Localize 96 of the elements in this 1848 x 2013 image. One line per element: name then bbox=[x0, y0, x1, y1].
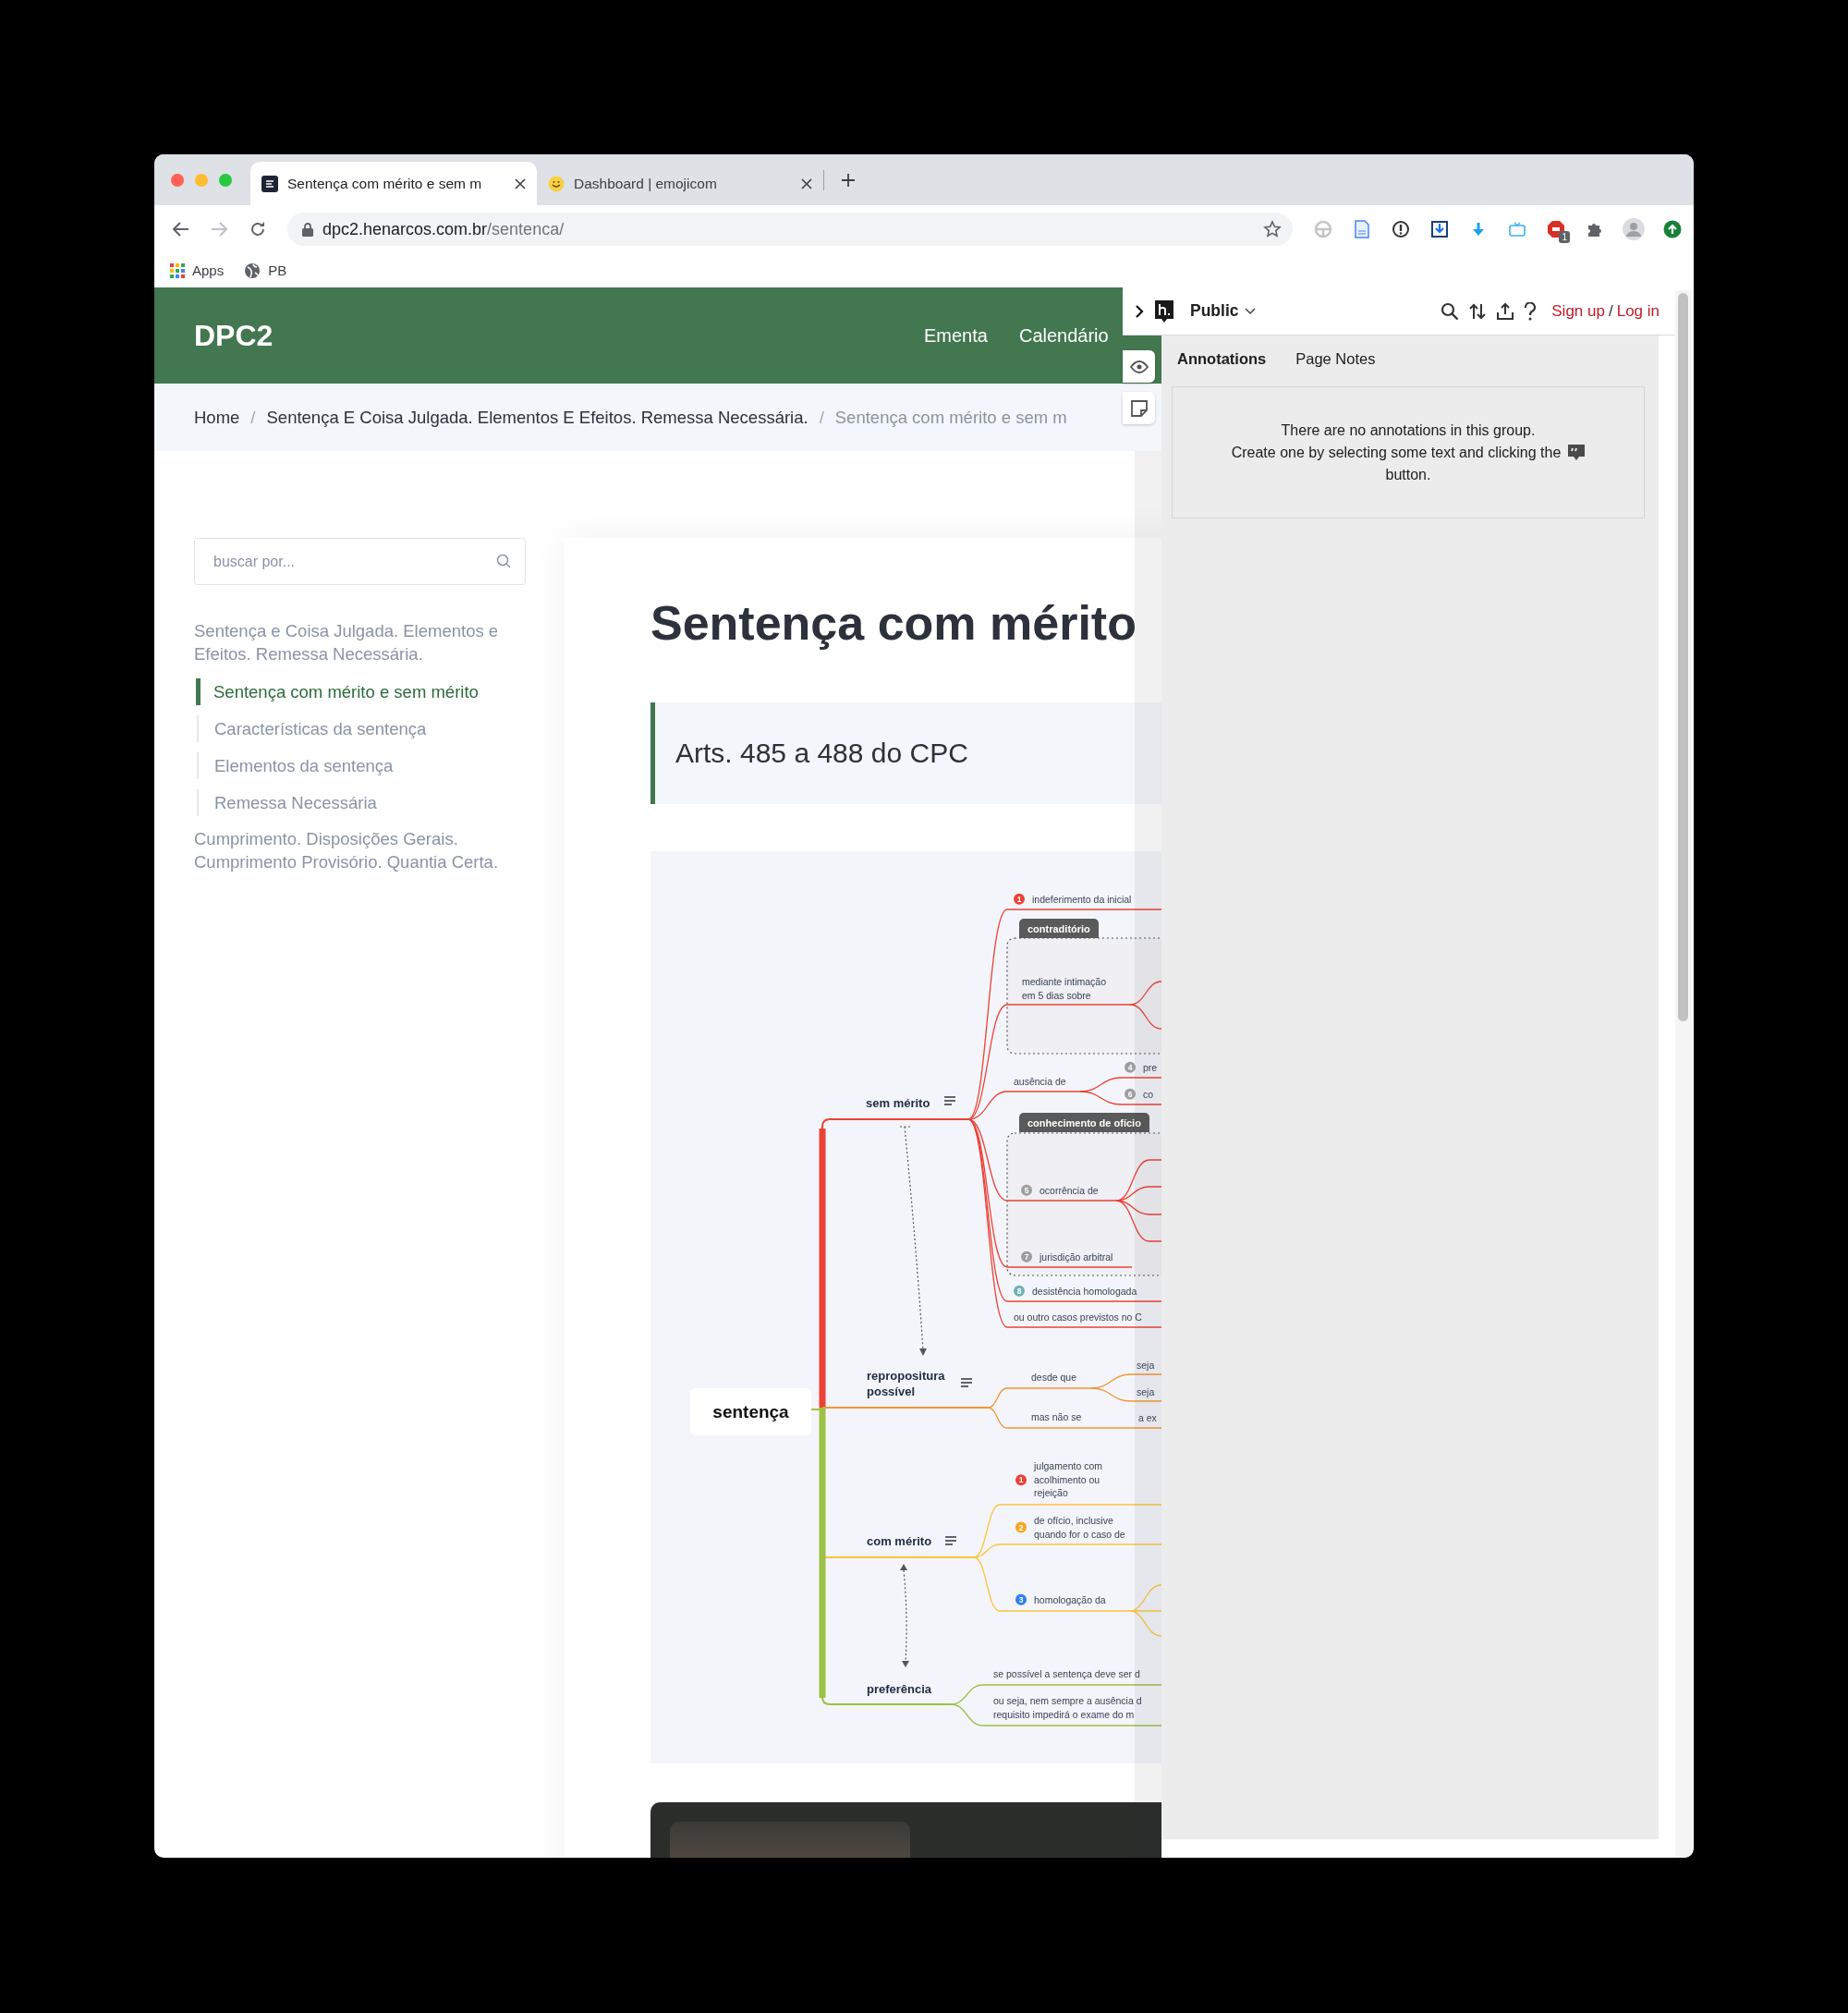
new-tab-icon[interactable] bbox=[841, 172, 856, 188]
link-separator: / bbox=[1608, 301, 1613, 321]
globe-icon[interactable] bbox=[244, 262, 261, 279]
topic-label[interactable]: ou outro casos previstos no C bbox=[1014, 1310, 1142, 1324]
lock-icon bbox=[302, 222, 313, 237]
number-marker: 6 bbox=[1125, 1089, 1136, 1100]
branch-label[interactable]: preferência bbox=[867, 1680, 932, 1697]
group-selector[interactable]: Public bbox=[1190, 301, 1256, 321]
annotation-tab[interactable]: Page Notes bbox=[1295, 349, 1376, 368]
site-logo[interactable]: DPC2 bbox=[194, 318, 924, 353]
forward-arrow-icon bbox=[211, 222, 227, 237]
help-icon[interactable] bbox=[1524, 301, 1538, 321]
number-marker: 1 bbox=[1015, 1474, 1027, 1485]
number-marker: 7 bbox=[1021, 1251, 1032, 1263]
notes-icon[interactable] bbox=[945, 1536, 956, 1545]
topic-label[interactable]: se possível a sentença deve ser d bbox=[993, 1666, 1140, 1681]
topic-label[interactable]: a ex bbox=[1138, 1410, 1157, 1425]
bookmark-link[interactable]: PB bbox=[268, 262, 287, 278]
scrollbar[interactable] bbox=[1675, 290, 1692, 1858]
topic-label[interactable]: seja bbox=[1137, 1358, 1155, 1372]
eye-icon bbox=[1129, 360, 1149, 373]
nav-link[interactable]: Calendário bbox=[1018, 324, 1109, 347]
topic-label[interactable]: ocorrência de bbox=[1040, 1183, 1099, 1198]
group-tag: contraditório bbox=[1019, 919, 1099, 938]
number-marker: 5 bbox=[1021, 1185, 1032, 1196]
share-icon[interactable] bbox=[1496, 301, 1515, 321]
breadcrumb-separator: / bbox=[250, 407, 256, 428]
number-marker: 4 bbox=[1125, 1062, 1136, 1073]
sticky-note-icon bbox=[1130, 399, 1148, 417]
empty-message: Create one by selecting some text and clicking the bbox=[1231, 443, 1562, 462]
branch-label[interactable]: repropositura possível bbox=[867, 1368, 945, 1399]
back-arrow-icon bbox=[173, 222, 189, 237]
download-box-icon[interactable] bbox=[1429, 218, 1451, 240]
topic-label[interactable]: seja bbox=[1137, 1385, 1155, 1399]
topic-label[interactable]: mas não se bbox=[1031, 1409, 1082, 1424]
search-field[interactable]: buscar por... bbox=[194, 538, 526, 585]
topic-label[interactable]: homologação da bbox=[1034, 1592, 1106, 1607]
number-marker: 8 bbox=[1014, 1286, 1025, 1297]
close-icon[interactable] bbox=[515, 177, 526, 189]
notification-count: 1 bbox=[1559, 231, 1570, 243]
bookmark-link[interactable]: Apps bbox=[192, 262, 225, 278]
chevron-right-icon bbox=[1134, 304, 1144, 318]
annotation-tab[interactable]: Annotations bbox=[1177, 349, 1267, 368]
caret-icon bbox=[1244, 307, 1256, 315]
root-node[interactable]: sentença bbox=[690, 1388, 811, 1435]
stop-extension-button[interactable]: 1 bbox=[1542, 215, 1570, 243]
upload-circle-icon[interactable] bbox=[1661, 218, 1684, 240]
empty-message: There are no annotations in this group. bbox=[1281, 421, 1536, 440]
nav-link[interactable]: Ementa bbox=[924, 324, 988, 347]
topic-label[interactable]: indeferimento da inicial bbox=[1032, 892, 1132, 907]
topic-label[interactable]: mediante intimação em 5 dias sobre bbox=[1022, 974, 1107, 1002]
breadcrumb-separator: / bbox=[819, 407, 824, 428]
topic-label[interactable]: ausência de bbox=[1014, 1074, 1066, 1089]
sidebar-sublink[interactable]: Sentença com mérito e sem mérito bbox=[196, 678, 526, 705]
group-tag: conhecimento de ofício bbox=[1019, 1113, 1149, 1132]
log-in-link[interactable]: Log in bbox=[1616, 301, 1660, 321]
topic-label[interactable]: ou seja, nem sempre a ausência d requisito impedirá o exame do m bbox=[993, 1693, 1142, 1721]
breadcrumb-link[interactable]: Sentença E Coisa Julgada. Elementos E Efeitos. Remessa Necessária. bbox=[266, 407, 808, 428]
notes-icon[interactable] bbox=[944, 1096, 955, 1105]
search-icon[interactable] bbox=[1441, 301, 1460, 321]
empty-message: button. bbox=[1385, 465, 1431, 484]
topic-label[interactable]: pre bbox=[1143, 1060, 1158, 1075]
browser-tab[interactable]: Sentença com mérito e sem m bbox=[250, 162, 537, 205]
branch-label[interactable]: com mérito bbox=[867, 1532, 932, 1549]
search-icon bbox=[496, 554, 511, 568]
exclamation-circle-icon[interactable] bbox=[1390, 218, 1412, 240]
smiley-favicon bbox=[548, 175, 565, 192]
topic-label[interactable]: de ofício, inclusive quando for o caso de bbox=[1034, 1513, 1125, 1541]
topic-label[interactable]: jurisdição arbitral bbox=[1040, 1250, 1113, 1264]
topic-label[interactable]: co bbox=[1143, 1087, 1154, 1102]
number-marker: 2 bbox=[1015, 1521, 1027, 1532]
topic-label[interactable]: desistência homologada bbox=[1032, 1284, 1137, 1299]
hypothesis-logo-icon bbox=[1155, 299, 1173, 323]
callout-text: Arts. 485 a 488 do CPC bbox=[650, 702, 1161, 804]
number-marker: 1 bbox=[1014, 894, 1025, 905]
sort-icon[interactable] bbox=[1468, 301, 1488, 321]
bookmark-star-icon[interactable] bbox=[1263, 220, 1282, 238]
topic-label[interactable]: julgamento com acolhimento ou rejeição bbox=[1034, 1459, 1103, 1500]
sign-up-link[interactable]: Sign up bbox=[1551, 301, 1605, 321]
apps-grid-icon[interactable] bbox=[170, 262, 185, 278]
branch-label[interactable]: sem mérito bbox=[866, 1094, 930, 1111]
show-highlights-button[interactable] bbox=[1123, 350, 1155, 383]
number-marker: 3 bbox=[1015, 1594, 1027, 1605]
close-icon[interactable] bbox=[801, 177, 812, 189]
browser-tab[interactable]: Dashboard | emojicom bbox=[537, 162, 823, 205]
breadcrumb-link[interactable]: Home bbox=[194, 407, 240, 428]
article-title: Sentença com mérito bbox=[650, 595, 1137, 652]
reload-icon bbox=[249, 221, 266, 238]
address-bar[interactable]: dpc2.henarcos.com.br/sentenca/ bbox=[287, 213, 1293, 246]
scrollbar-thumb[interactable] bbox=[1678, 293, 1688, 1021]
topic-label[interactable]: desde que bbox=[1031, 1370, 1077, 1385]
notes-icon[interactable] bbox=[961, 1378, 972, 1387]
new-page-note-button[interactable] bbox=[1123, 392, 1155, 424]
speech-bubble-icon bbox=[1568, 445, 1586, 460]
profile-avatar-icon[interactable] bbox=[1623, 218, 1645, 240]
site-favicon bbox=[261, 175, 278, 192]
